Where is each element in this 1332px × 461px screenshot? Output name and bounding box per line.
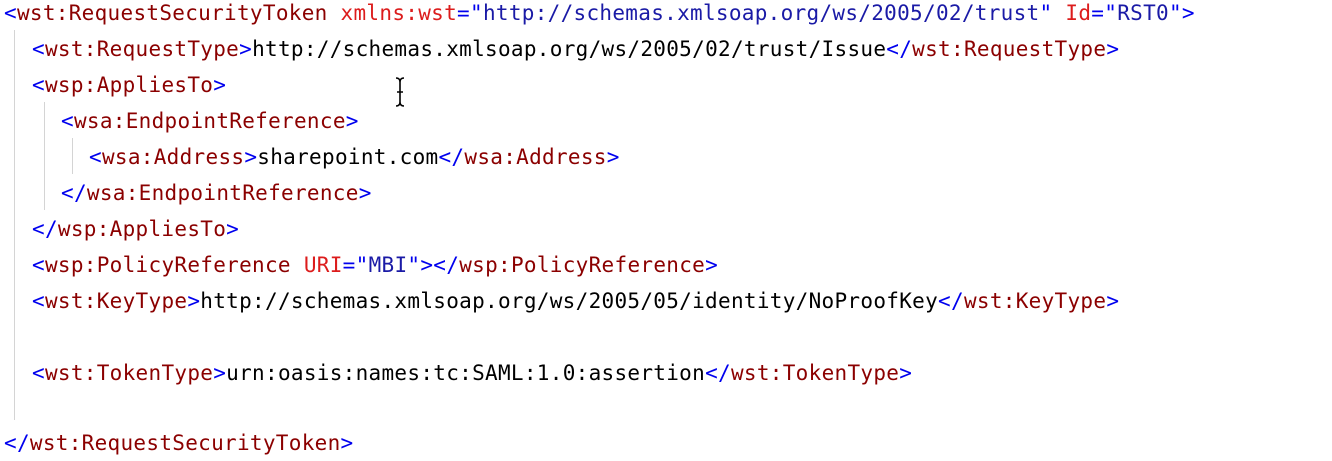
- id-attribute: Id: [1065, 1, 1092, 25]
- code-line-applies-to-open[interactable]: <wsp:AppliesTo>: [32, 67, 226, 103]
- token-type-open-tag: wst:TokenType: [44, 361, 214, 385]
- code-line-token-type[interactable]: <wst:TokenType>urn:oasis:names:tc:SAML:1…: [32, 355, 912, 391]
- xmlns-attribute: xmlns:wst: [340, 1, 458, 25]
- key-type-open-tag: wst:KeyType: [44, 289, 188, 313]
- code-line-key-type[interactable]: <wst:KeyType>http://schemas.xmlsoap.org/…: [32, 283, 1119, 319]
- key-type-close-tag: wst:KeyType: [963, 289, 1107, 313]
- id-value: RST0: [1117, 1, 1169, 25]
- text-cursor-icon: [395, 77, 405, 107]
- endpoint-open-tag: wsa:EndpointReference: [73, 109, 346, 133]
- code-line-endpoint-open[interactable]: <wsa:EndpointReference>: [61, 103, 359, 139]
- address-value: sharepoint.com: [257, 145, 439, 169]
- code-line-applies-to-close[interactable]: </wsp:AppliesTo>: [32, 211, 239, 247]
- uri-attribute: URI: [303, 253, 343, 277]
- indent-guide: [44, 102, 45, 210]
- applies-to-open-tag: wsp:AppliesTo: [44, 73, 214, 97]
- indent-guide: [72, 138, 73, 174]
- policy-reference-close-tag: wsp:PolicyReference: [459, 253, 706, 277]
- root-open-tag: wst:RequestSecurityToken: [16, 1, 328, 25]
- endpoint-close-tag: wsa:EndpointReference: [86, 181, 359, 205]
- code-line-endpoint-close[interactable]: </wsa:EndpointReference>: [61, 175, 372, 211]
- xml-editor[interactable]: <wst:RequestSecurityToken xmlns:wst="htt…: [0, 0, 1332, 458]
- request-type-open-tag: wst:RequestType: [44, 37, 240, 61]
- address-open-tag: wsa:Address: [101, 145, 245, 169]
- code-line-request-type[interactable]: <wst:RequestType>http://schemas.xmlsoap.…: [32, 31, 1119, 67]
- code-line-address[interactable]: <wsa:Address>sharepoint.com</wsa:Address…: [89, 139, 620, 175]
- code-line-root-close[interactable]: </wst:RequestSecurityToken>: [4, 425, 353, 461]
- request-type-value: http://schemas.xmlsoap.org/ws/2005/02/tr…: [252, 37, 887, 61]
- address-close-tag: wsa:Address: [464, 145, 607, 169]
- token-type-value: urn:oasis:names:tc:SAML:1.0:assertion: [226, 361, 706, 385]
- code-line-root-open[interactable]: <wst:RequestSecurityToken xmlns:wst="htt…: [4, 0, 1195, 31]
- xmlns-value: http://schemas.xmlsoap.org/ws/2005/02/tr…: [482, 1, 1040, 25]
- root-close-tag: wst:RequestSecurityToken: [29, 431, 341, 455]
- indent-guide: [14, 30, 15, 420]
- token-type-close-tag: wst:TokenType: [730, 361, 900, 385]
- policy-reference-open-tag: wsp:PolicyReference: [44, 253, 291, 277]
- code-line-policy-reference[interactable]: <wsp:PolicyReference URI="MBI"></wsp:Pol…: [32, 247, 718, 283]
- request-type-close-tag: wst:RequestType: [912, 37, 1107, 61]
- uri-value: MBI: [368, 253, 408, 277]
- key-type-value: http://schemas.xmlsoap.org/ws/2005/05/id…: [200, 289, 939, 313]
- applies-to-close-tag: wsp:AppliesTo: [57, 217, 227, 241]
